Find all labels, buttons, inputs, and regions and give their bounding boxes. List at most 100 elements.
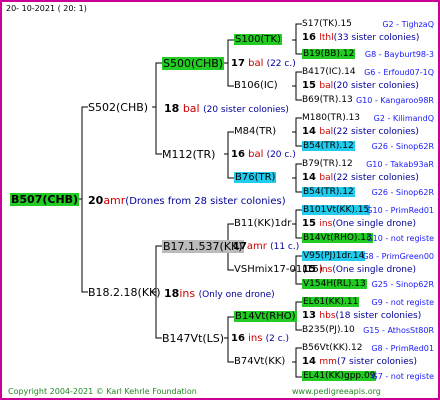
gen5-breeder: mm xyxy=(319,357,337,367)
gen3-3-info: 17amr (11 c.) xyxy=(233,241,300,252)
gen5-breeder: bal xyxy=(319,127,334,137)
gen5-row: M180(TR).13 xyxy=(302,112,360,124)
gen5-year: 14 xyxy=(302,126,320,137)
gen5-lineage: G9 - not registe xyxy=(371,298,434,307)
gen5-name: EL41(KK)gpp.09 xyxy=(302,371,377,381)
gen5-row: B54(TR).12 xyxy=(302,140,355,152)
gen5-row: B54(TR).12 xyxy=(302,186,355,198)
gen5-lineage: G8 - PrimRed01 xyxy=(371,344,434,353)
pedigree-frame: 20- 10-2021 ( 20: 1) B507(CHB) 20amr(Dro… xyxy=(0,0,440,400)
gen2-sire: S502(CHB) xyxy=(88,101,149,114)
gen3-2-info: 16 bal (20 c.) xyxy=(231,149,296,160)
gen3-4: B147Vt(LS) xyxy=(162,332,225,345)
gen4-2: B106(IC) xyxy=(234,80,278,91)
gen5-note: (18 sister colonies) xyxy=(335,311,422,321)
gen4-7: B14Vt(RHO) xyxy=(234,311,297,322)
gen5-year: 13 xyxy=(302,310,320,321)
gen5-lineage: G10 - not registe xyxy=(366,234,434,243)
gen5-name: B69(TR).13 xyxy=(302,95,353,105)
gen4-8: B74Vt(KK) xyxy=(234,356,286,367)
gen5-lineage: G10 - Kangaroo98R xyxy=(355,96,434,105)
gen5-note: (One single drone) xyxy=(332,265,416,275)
gen5-name: M180(TR).13 xyxy=(302,113,361,123)
gen5-name: S17(TK).15 xyxy=(302,19,352,29)
gen5-row: 13 hbs(18 sister colonies) xyxy=(302,310,421,322)
gen4-4: B76(TR) xyxy=(234,172,277,183)
gen5-row: B79(TR).12 xyxy=(302,158,353,170)
gen5-name: B54(TR).12 xyxy=(302,141,355,151)
gen5-breeder: ins xyxy=(319,265,333,275)
gen3-2: M112(TR) xyxy=(162,148,216,161)
gen5-lineage: G10 - PrimRed01 xyxy=(366,206,434,215)
gen4-5: B11(KK)1dr xyxy=(234,218,292,229)
gen5-name: B417(IC).14 xyxy=(302,67,356,77)
gen5-lineage: G2 - TighzaQ xyxy=(382,20,434,29)
gen5-row: V95(PJ)1dr.14 xyxy=(302,250,366,262)
gen5-lineage: G2 - KilimandQ xyxy=(373,114,434,123)
gen1-root: B507(CHB) xyxy=(10,193,80,206)
gen5-breeder: hbs xyxy=(319,311,336,321)
gen5-year: 15 xyxy=(302,264,320,275)
gen5-name: B54(TR).12 xyxy=(302,187,355,197)
gen5-name: B79(TR).12 xyxy=(302,159,353,169)
gen5-row: V154H(RL).13 xyxy=(302,278,367,290)
gen5-lineage: G7 - not registe xyxy=(371,372,434,381)
gen2-dam-info: 18ins (Only one drone) xyxy=(164,287,275,300)
gen5-lineage: G26 - Sinop62R xyxy=(371,188,434,197)
gen5-row: 16 lthl(33 sister colonies) xyxy=(302,32,419,44)
gen5-note: (20 sister colonies) xyxy=(333,81,419,91)
gen5-row: B19(BB).12 xyxy=(302,48,356,60)
gen5-row: 15 ins(One single drone) xyxy=(302,264,416,276)
gen5-name: B235(PJ).10 xyxy=(302,325,355,335)
gen5-row: B235(PJ).10 xyxy=(302,324,355,336)
gen5-row: 14 bal(22 sister colonies) xyxy=(302,126,419,138)
gen5-lineage: G8 - Bayburt98-3 xyxy=(364,50,434,59)
gen4-3: M84(TR) xyxy=(234,126,277,137)
gen5-row: 15 ins(One single drone) xyxy=(302,218,416,230)
gen2-sire-info: 18 bal (20 sister colonies) xyxy=(164,102,289,115)
gen5-note: (22 sister colonies) xyxy=(333,127,419,137)
gen5-breeder: bal xyxy=(319,173,334,183)
gen5-name: V95(PJ)1dr.14 xyxy=(302,251,366,261)
gen5-row: 14 bal(22 sister colonies) xyxy=(302,172,419,184)
gen5-breeder: bal xyxy=(319,81,334,91)
gen2-dam: B18.2.18(KK) xyxy=(88,286,161,299)
gen5-note: (7 sister colonies) xyxy=(336,357,417,367)
gen5-breeder: lthl xyxy=(319,33,334,43)
gen5-name: B101Vt(KK).15 xyxy=(302,205,371,215)
gen5-row: EL41(KK)gpp.09 xyxy=(302,370,377,382)
gen5-year: 15 xyxy=(302,80,320,91)
root-queen-name: B507(CHB) xyxy=(10,193,80,206)
gen3-4-info: 16 ins (2 c.) xyxy=(231,333,290,344)
gen5-row: B14Vt(RHO).13 xyxy=(302,232,373,244)
gen5-note: (One single drone) xyxy=(332,219,416,229)
gen4-1: S100(TK) xyxy=(234,34,282,45)
gen5-row: B417(IC).14 xyxy=(302,66,356,78)
gen5-name: B19(BB).12 xyxy=(302,49,356,59)
gen5-year: 16 xyxy=(302,32,320,43)
date-stamp: 20- 10-2021 ( 20: 1) xyxy=(6,4,87,13)
gen5-row: B56Vt(KK).12 xyxy=(302,342,362,354)
gen5-name: V154H(RL).13 xyxy=(302,279,367,289)
gen5-lineage: G6 - Erfoud07-1Q xyxy=(364,68,434,77)
gen5-row: B101Vt(KK).15 xyxy=(302,204,371,216)
gen5-row: 15 bal(20 sister colonies) xyxy=(302,80,419,92)
gen5-name: EL61(KK).11 xyxy=(302,297,360,307)
gen3-1-info: 17 bal (22 c.) xyxy=(231,58,296,69)
gen5-note: (33 sister colonies) xyxy=(333,33,420,43)
gen1-year: 20amr(Drones from 28 sister colonies) xyxy=(88,194,286,207)
gen5-year: 14 xyxy=(302,356,320,367)
gen5-row: B69(TR).13 xyxy=(302,94,353,106)
gen5-year: 15 xyxy=(302,218,320,229)
gen5-name: B14Vt(RHO).13 xyxy=(302,233,373,243)
website-footer: www.pedigreeapis.org xyxy=(292,387,381,396)
gen5-year: 14 xyxy=(302,172,320,183)
gen5-lineage: G15 - AthosSt80R xyxy=(363,326,434,335)
gen5-note: (22 sister colonies) xyxy=(333,173,419,183)
gen5-lineage: G10 - Takab93aR xyxy=(366,160,434,169)
gen3-1: S500(CHB) xyxy=(162,57,225,70)
gen5-name: B56Vt(KK).12 xyxy=(302,343,363,353)
gen5-row: 14 mm(7 sister colonies) xyxy=(302,356,417,368)
gen5-lineage: G8 - PrimGreen00 xyxy=(362,252,434,261)
gen5-lineage: G25 - Sinop62R xyxy=(371,280,434,289)
